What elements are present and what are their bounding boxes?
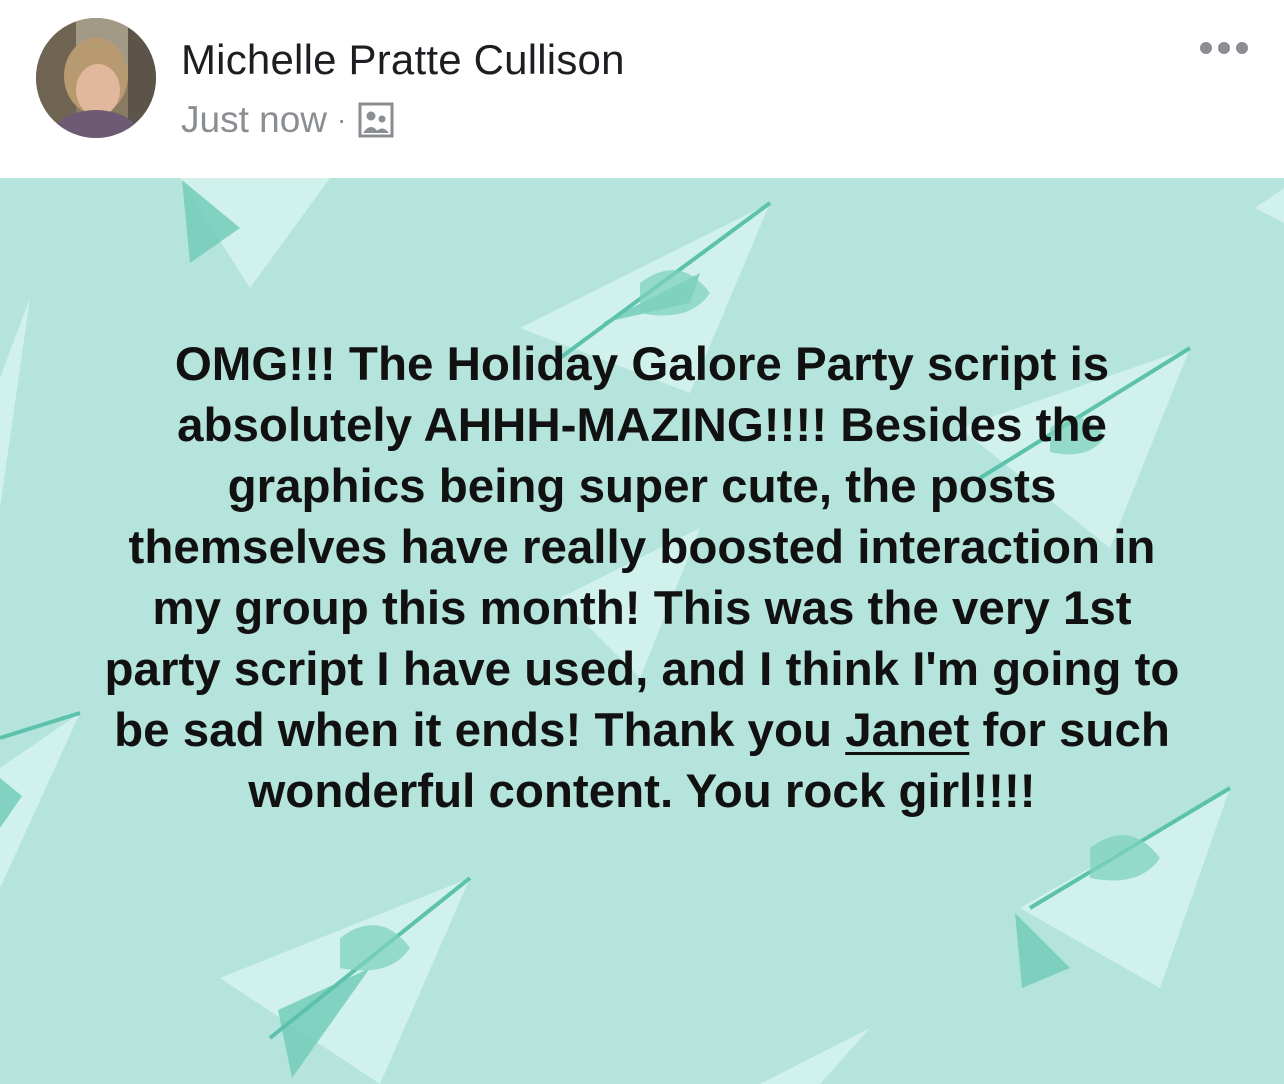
group-icon[interactable] [358, 102, 394, 138]
more-dots-icon [1200, 42, 1248, 54]
post-background: OMG!!! The Holiday Galore Party script i… [0, 178, 1284, 1084]
post-meta: Just now · [181, 98, 394, 142]
author-avatar[interactable] [36, 18, 156, 138]
more-options-button[interactable] [1192, 28, 1256, 68]
mention-link[interactable]: Janet [845, 704, 969, 757]
post-header: Michelle Pratte Cullison Just now · [0, 0, 1284, 178]
timestamp[interactable]: Just now [181, 99, 327, 141]
post-text: OMG!!! The Holiday Galore Party script i… [92, 334, 1192, 822]
meta-separator: · [337, 104, 347, 135]
author-name[interactable]: Michelle Pratte Cullison [181, 36, 625, 84]
facebook-post: Michelle Pratte Cullison Just now · OMG!… [0, 0, 1284, 1084]
post-text-before: OMG!!! The Holiday Galore Party script i… [104, 338, 1180, 757]
